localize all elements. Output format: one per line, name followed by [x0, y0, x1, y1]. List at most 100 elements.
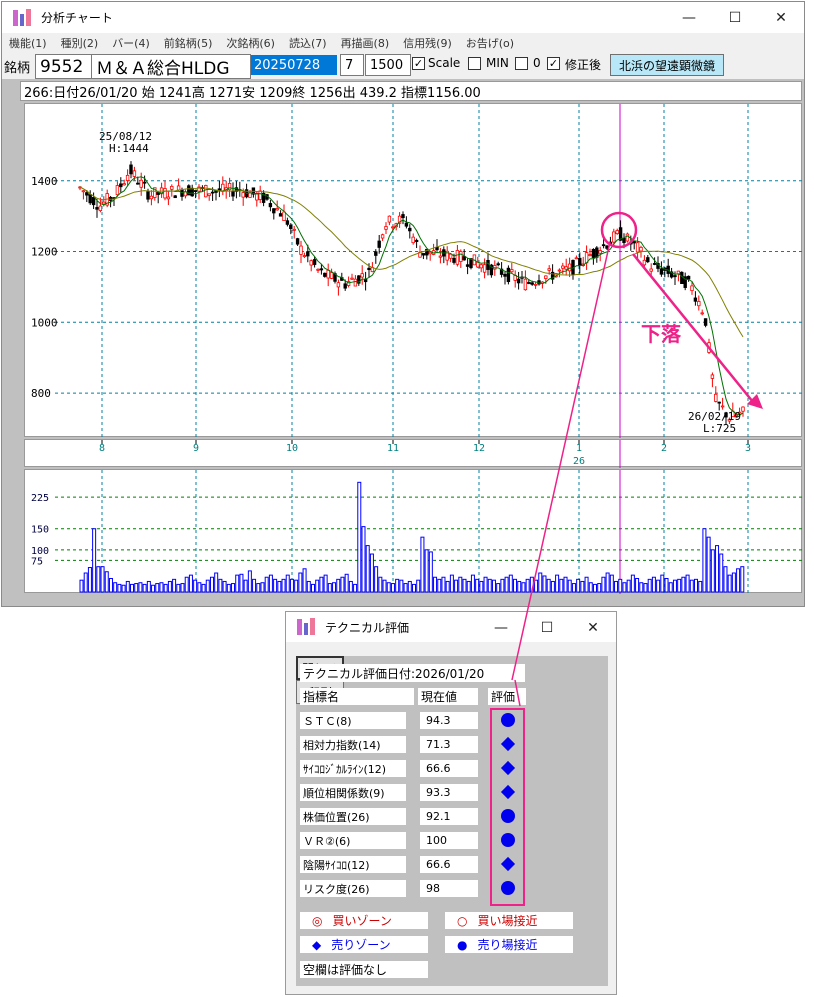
volume-chart[interactable]: 225 150 100 75: [24, 469, 803, 594]
price-chart-svg: 14001200100080025/08/12H:144426/02/19L:7…: [31, 104, 803, 438]
candle-body: [343, 283, 347, 289]
tech-title-bar[interactable]: テクニカル評価 — ☐ ✕: [286, 612, 616, 642]
menu-item-type[interactable]: 種別(2): [54, 35, 106, 51]
volume-bar: [79, 579, 84, 593]
candle-body: [527, 282, 531, 284]
volume-bar: [601, 576, 606, 593]
count-field[interactable]: 1500: [365, 54, 411, 76]
candle-body: [173, 195, 177, 199]
menu-item-function[interactable]: 機能(1): [2, 35, 54, 51]
menu-item-load[interactable]: 読込(7): [282, 35, 334, 51]
volume-bar: [727, 574, 732, 593]
menu-item-margin[interactable]: 信用残(9): [396, 35, 459, 51]
volume-bar: [348, 580, 353, 593]
stock-code-field[interactable]: 9552: [35, 54, 93, 79]
volume-bar: [660, 574, 665, 593]
stock-name-field[interactable]: Ｍ＆Ａ総合HLDG: [91, 54, 251, 79]
adjusted-checkbox[interactable]: ✓: [547, 57, 560, 70]
scale-checkbox[interactable]: ✓: [412, 57, 425, 70]
candle-body: [292, 228, 296, 231]
candle-body: [646, 257, 650, 263]
candle-body: [690, 285, 694, 292]
volume-bar: [656, 579, 661, 593]
volume-bar: [294, 579, 299, 593]
x-tick-label: 10: [286, 443, 298, 454]
volume-bar: [597, 583, 602, 593]
min-checkbox[interactable]: [468, 57, 481, 70]
candle-body: [125, 174, 130, 181]
period-field[interactable]: 7: [340, 54, 364, 76]
volume-bar: [172, 578, 177, 593]
volume-bar: [121, 584, 126, 593]
volume-bar: [146, 580, 151, 593]
volume-bar: [353, 583, 358, 593]
volume-bar: [622, 582, 627, 593]
volume-bar: [529, 576, 534, 593]
volume-bar: [588, 582, 593, 593]
tech-maximize-button[interactable]: ☐: [524, 612, 570, 643]
volume-bar: [365, 545, 370, 593]
volume-bar: [134, 583, 139, 593]
analysis-chart-window: 分析チャート — ☐ ✕ 機能(1) 種別(2) バー(4) 前銘柄(5) 次銘…: [1, 1, 805, 607]
volume-bar: [201, 583, 206, 593]
candle-body: [404, 222, 409, 227]
candle-body: [377, 240, 381, 248]
indicator-name: ＳＴＣ(8): [300, 712, 406, 729]
candle-body: [295, 238, 300, 245]
indicator-value: 94.3: [420, 712, 478, 729]
menu-item-oracle[interactable]: お告げ(o): [459, 35, 521, 51]
menu-item-redraw[interactable]: 再描画(8): [334, 35, 397, 51]
header-indicator-name: 指標名: [300, 688, 414, 705]
candle-body: [374, 251, 378, 256]
volume-bar: [315, 579, 320, 593]
volume-bar: [167, 580, 172, 593]
candle-body: [122, 183, 126, 186]
candle-body: [258, 190, 262, 200]
menu-item-prev-stock[interactable]: 前銘柄(5): [157, 35, 220, 51]
maximize-button[interactable]: ☐: [712, 2, 758, 33]
indicator-name: 株価位置(26): [300, 808, 406, 825]
indicator-value: 66.6: [420, 856, 478, 873]
legend-sell-near-label: 売り場接近: [477, 938, 538, 952]
candle-body: [380, 234, 385, 239]
volume-bar: [289, 578, 294, 593]
candle-body: [632, 241, 636, 244]
volume-bar: [142, 583, 147, 593]
minimize-button[interactable]: —: [666, 2, 712, 33]
candle-body: [136, 182, 140, 185]
volume-bar: [247, 570, 252, 593]
candle-body: [564, 266, 568, 270]
price-chart[interactable]: 1400 1200 1000 800 25/08/12 H:1444 26/02/19 L:7…: [24, 103, 803, 438]
candle-body: [302, 255, 307, 258]
date-field[interactable]: 20250728: [251, 55, 337, 75]
volume-bar: [298, 572, 303, 593]
zero-checkbox[interactable]: [515, 57, 528, 70]
candle-body: [741, 406, 745, 412]
indicator-value: 98: [420, 880, 478, 897]
candle-body: [496, 263, 500, 266]
decline-annotation: 下落: [641, 322, 682, 346]
volume-bar: [243, 579, 248, 593]
volume-bar: [479, 580, 484, 593]
stock-label: 銘柄: [4, 61, 31, 76]
volume-bar: [403, 583, 408, 593]
volume-bar: [605, 572, 610, 593]
volume-bar: [584, 576, 589, 593]
menu-item-bar[interactable]: バー(4): [105, 35, 157, 51]
volume-bar: [428, 551, 433, 593]
telescope-button[interactable]: 北浜の望遠顕微鏡: [610, 54, 724, 76]
volume-bar: [672, 579, 677, 593]
volume-bar: [487, 578, 492, 593]
volume-bar: [374, 566, 379, 593]
candle-body: [717, 401, 721, 404]
candle-body: [693, 297, 698, 302]
tech-minimize-button[interactable]: —: [478, 612, 524, 643]
volume-bar: [277, 580, 282, 593]
menu-item-next-stock[interactable]: 次銘柄(6): [219, 35, 282, 51]
close-button[interactable]: ✕: [758, 2, 804, 33]
candle-body: [326, 269, 330, 279]
technical-evaluation-window: テクニカル評価 — ☐ ✕ テクニカル評価日付:2026/01/20 閉じる 印…: [285, 611, 617, 995]
tech-close-button[interactable]: ✕: [570, 612, 616, 643]
title-bar[interactable]: 分析チャート — ☐ ✕: [2, 2, 804, 33]
candle-body: [275, 208, 279, 211]
